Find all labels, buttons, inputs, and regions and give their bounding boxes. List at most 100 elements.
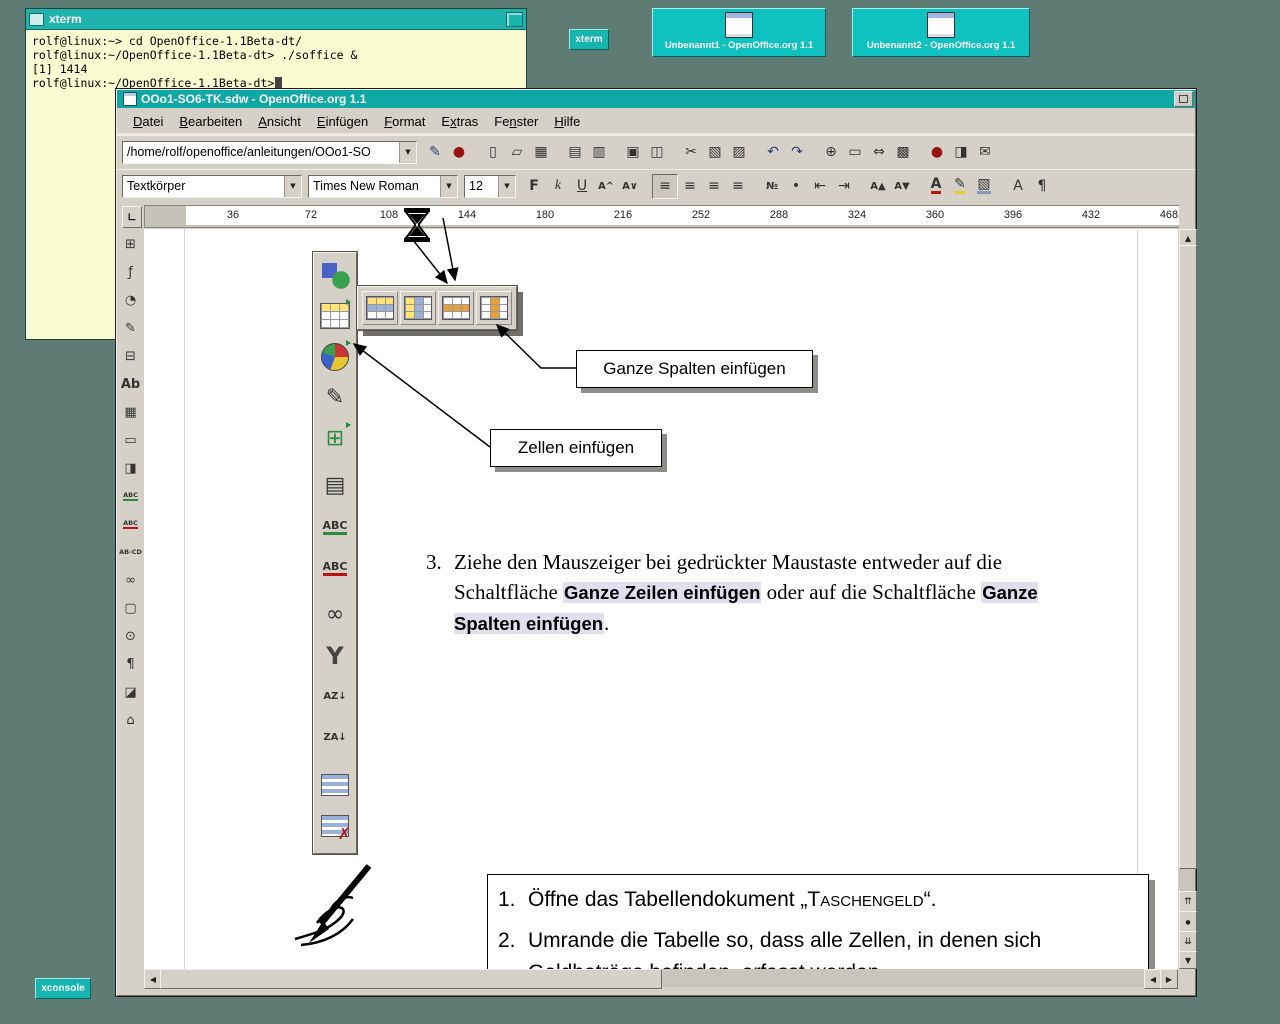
cut-icon[interactable]: ✂ <box>679 141 703 164</box>
vertical-scroll-thumb[interactable] <box>1179 245 1197 869</box>
horizontal-scroll-thumb[interactable] <box>160 969 662 989</box>
xterm-titlebar[interactable]: xterm <box>26 9 526 30</box>
record-macro-icon[interactable]: ● <box>925 141 949 164</box>
navigation-dot-icon[interactable]: ● <box>1179 911 1197 933</box>
justify-icon[interactable]: ≡ <box>726 175 750 198</box>
undo-icon[interactable]: ↶ <box>761 141 785 164</box>
subscript-icon[interactable]: A∨ <box>618 175 642 198</box>
copy-icon[interactable]: ▧ <box>703 141 727 164</box>
underline-icon[interactable]: U <box>570 175 594 198</box>
menu-einfuegen[interactable]: Einfügen <box>309 111 376 132</box>
reduce-font-icon[interactable]: A▼ <box>890 175 914 198</box>
spellcheck-icon[interactable]: ABC <box>119 483 143 509</box>
font-name-combobox[interactable]: Times New Roman ▼ <box>308 175 458 198</box>
scroll-down-icon[interactable]: ▼ <box>1179 951 1197 969</box>
window-menu-icon[interactable] <box>29 13 44 26</box>
menu-bearbeiten[interactable]: Bearbeiten <box>171 111 250 132</box>
hyphenation-icon[interactable]: AB-CD <box>119 539 143 565</box>
menu-hilfe[interactable]: Hilfe <box>546 111 588 132</box>
vertical-scrollbar[interactable]: ▲ ⇈ ● ⇊ ▼ <box>1179 203 1195 987</box>
maximize-button[interactable] <box>1174 91 1193 107</box>
dropdown-icon[interactable]: ▼ <box>399 142 416 163</box>
insert-object-icon[interactable]: ◔ <box>119 287 143 313</box>
tab-selector-icon[interactable]: ∟ <box>122 206 142 228</box>
bullets-icon[interactable]: • <box>784 175 808 198</box>
scroll-right-icon[interactable]: ▶ <box>1160 969 1178 989</box>
font-color-icon[interactable]: A <box>924 175 948 198</box>
url-combobox[interactable]: /home/rolf/openoffice/anleitungen/OOo1-S… <box>122 141 417 164</box>
ruler-band[interactable]: 3672108144180216252288324360396432468 <box>144 205 1181 228</box>
url-input[interactable]: /home/rolf/openoffice/anleitungen/OOo1-S… <box>123 145 399 159</box>
align-center-icon[interactable]: ≡ <box>678 175 702 198</box>
paragraph-style-combobox[interactable]: Textkörper ▼ <box>122 175 302 198</box>
draw-functions-icon[interactable]: ✎ <box>119 315 143 341</box>
online-layout-icon[interactable]: ⌂ <box>119 707 143 733</box>
menu-datei[interactable]: Datei <box>125 111 171 132</box>
dropdown-icon[interactable]: ▼ <box>498 176 515 197</box>
character-dialog-icon[interactable]: A <box>1006 175 1030 198</box>
redo-icon[interactable]: ↷ <box>785 141 809 164</box>
maximize-icon[interactable] <box>506 12 523 27</box>
graphics-onoff-icon[interactable]: ◪ <box>119 679 143 705</box>
align-right-icon[interactable]: ≡ <box>702 175 726 198</box>
print-document-icon[interactable]: ▣ <box>621 141 645 164</box>
highlighting-icon[interactable]: ✎ <box>948 175 972 198</box>
zoom-icon[interactable]: ⊙ <box>119 623 143 649</box>
writer-titlebar[interactable]: OOo1-SO6-TK.sdw - OpenOffice.org 1.1 <box>117 90 1195 108</box>
navigator-icon[interactable]: ⊕ <box>819 141 843 164</box>
paragraph-style-value[interactable]: Textkörper <box>123 179 284 193</box>
document-canvas[interactable]: ✎⊞▤ABCABC∞YAZ↓ZA↓ Ganze Spalten einfügen… <box>144 229 1178 969</box>
insert-table-icon[interactable]: ▦ <box>119 399 143 425</box>
ruler[interactable]: ∟ 3672108144180216252288324360396432468 <box>117 203 1179 229</box>
minimized-window-unbenannt2[interactable]: Unbenannt2 - OpenOffice.org 1.1 <box>852 8 1030 57</box>
bold-icon[interactable]: F <box>522 175 546 198</box>
frame-icon[interactable]: ▢ <box>119 595 143 621</box>
stylist-icon[interactable]: ▭ <box>843 141 867 164</box>
increase-font-icon[interactable]: A▲ <box>866 175 890 198</box>
document-icon[interactable]: ▤ <box>563 141 587 164</box>
autospellcheck-icon[interactable]: ABC <box>119 511 143 537</box>
font-name-value[interactable]: Times New Roman <box>309 179 440 193</box>
decrease-indent-icon[interactable]: ⇤ <box>808 175 832 198</box>
templates-icon[interactable]: ▥ <box>587 141 611 164</box>
superscript-icon[interactable]: A^ <box>594 175 618 198</box>
edit-file-icon[interactable]: ✎ <box>423 141 447 164</box>
gallery-icon[interactable]: ▩ <box>891 141 915 164</box>
hyperlink-dialog-icon[interactable]: ⇔ <box>867 141 891 164</box>
italic-icon[interactable]: k <box>546 175 570 198</box>
align-left-icon[interactable]: ≡ <box>652 174 678 199</box>
numbering-icon[interactable]: № <box>760 175 784 198</box>
insert-frame-icon[interactable]: ▭ <box>119 427 143 453</box>
horizontal-scrollbar[interactable]: ◀ ◀ ▶ <box>144 969 1178 987</box>
minimized-window-unbenannt1[interactable]: Unbenannt1 - OpenOffice.org 1.1 <box>652 8 826 57</box>
save-document-icon[interactable]: ▦ <box>529 141 553 164</box>
paste-icon[interactable]: ▨ <box>727 141 751 164</box>
open-document-icon[interactable]: ▱ <box>505 141 529 164</box>
stop-loading-icon[interactable]: ● <box>447 141 471 164</box>
insert-icon[interactable]: ⊞ <box>119 231 143 257</box>
menu-extras[interactable]: Extras <box>433 111 486 132</box>
minimized-xterm[interactable]: xterm <box>569 29 609 50</box>
page-preview-icon[interactable]: ◫ <box>645 141 669 164</box>
menu-ansicht[interactable]: Ansicht <box>250 111 309 132</box>
minimized-xconsole[interactable]: xconsole <box>35 978 91 999</box>
background-color-icon[interactable]: ▧ <box>972 175 996 198</box>
font-size-combobox[interactable]: 12 ▼ <box>464 175 516 198</box>
next-page-icon[interactable]: ⇊ <box>1179 931 1197 953</box>
font-size-value[interactable]: 12 <box>465 179 498 193</box>
autotext-icon[interactable]: Ab <box>119 371 143 397</box>
find-replace-icon[interactable]: ∞ <box>119 567 143 593</box>
menu-format[interactable]: Format <box>376 111 433 132</box>
document-icon[interactable] <box>123 92 137 106</box>
paragraph-dialog-icon[interactable]: ¶ <box>1030 175 1054 198</box>
previous-page-icon[interactable]: ⇈ <box>1179 891 1197 913</box>
insert-graphics-icon[interactable]: ◨ <box>949 141 973 164</box>
insert-fields-icon[interactable]: ƒ <box>119 259 143 285</box>
form-functions-icon[interactable]: ⊟ <box>119 343 143 369</box>
terminal-output[interactable]: rolf@linux:~> cd OpenOffice-1.1Beta-dt/r… <box>26 30 526 94</box>
mail-icon[interactable]: ✉ <box>973 141 997 164</box>
increase-indent-icon[interactable]: ⇥ <box>832 175 856 198</box>
nonprinting-characters-icon[interactable]: ¶ <box>119 651 143 677</box>
new-document-icon[interactable]: ▯ <box>481 141 505 164</box>
insert-graphics-icon[interactable]: ◨ <box>119 455 143 481</box>
